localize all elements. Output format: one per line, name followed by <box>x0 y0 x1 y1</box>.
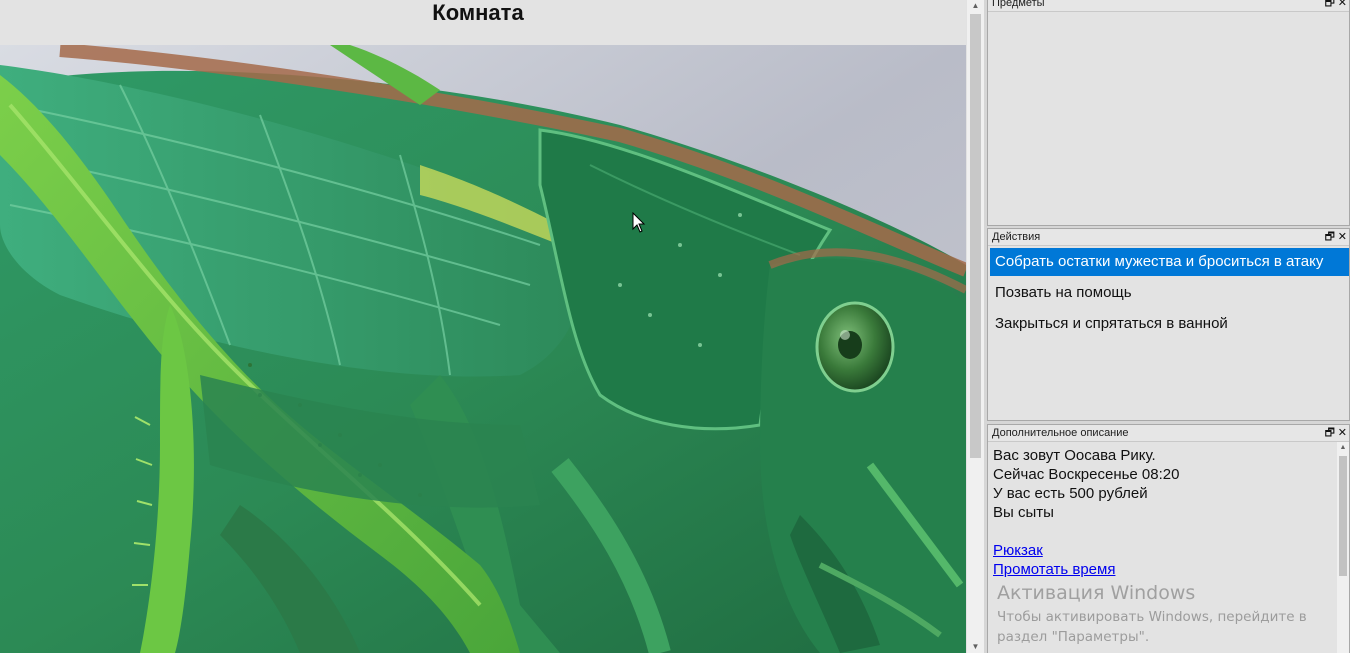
room-view: Комната <box>0 0 966 653</box>
restore-icon[interactable]: 🗗 <box>1325 425 1335 441</box>
watermark-line-2: раздел "Параметры". <box>997 629 1150 645</box>
scroll-down-arrow-icon[interactable]: ▼ <box>967 641 984 653</box>
action-attack[interactable]: Собрать остатки мужества и броситься в а… <box>990 248 1349 276</box>
backpack-link[interactable]: Рюкзак <box>993 541 1349 560</box>
close-icon[interactable]: ✕ <box>1338 425 1347 441</box>
items-panel: Предметы 🗗 ✕ <box>987 0 1350 226</box>
description-scrollbar-thumb[interactable] <box>1339 456 1347 576</box>
description-line: Сейчас Воскресенье 08:20 <box>993 466 1180 483</box>
close-icon[interactable]: ✕ <box>1338 0 1347 11</box>
restore-icon[interactable]: 🗗 <box>1325 229 1335 245</box>
description-line: У вас есть 500 рублей <box>993 485 1148 502</box>
scroll-up-arrow-icon[interactable]: ▲ <box>1337 442 1349 454</box>
room-scrollbar[interactable]: ▲ ▼ <box>966 0 984 653</box>
items-panel-title: Предметы <box>992 0 1045 9</box>
description-line: Вы сыты <box>993 504 1054 521</box>
action-hide-in-bathroom[interactable]: Закрыться и спрятаться в ванной <box>990 310 1349 338</box>
description-panel-header: Дополнительное описание 🗗 ✕ <box>988 425 1349 442</box>
action-call-for-help[interactable]: Позвать на помощь <box>990 279 1349 307</box>
room-scrollbar-thumb[interactable] <box>970 14 981 458</box>
items-panel-header: Предметы 🗗 ✕ <box>988 0 1349 12</box>
watermark-line-1: Чтобы активировать Windows, перейдите в <box>997 609 1307 625</box>
description-scrollbar[interactable]: ▲ <box>1337 442 1349 653</box>
skip-time-link[interactable]: Промотать время <box>993 560 1349 579</box>
room-title: Комната <box>432 0 524 25</box>
description-panel-title: Дополнительное описание <box>992 427 1129 439</box>
actions-panel-title: Действия <box>992 231 1041 243</box>
actions-list: Собрать остатки мужества и броситься в а… <box>988 248 1349 338</box>
sidebar: Предметы 🗗 ✕ Действия 🗗 ✕ Собрать остатк… <box>984 0 1350 653</box>
scroll-up-arrow-icon[interactable]: ▲ <box>967 0 984 12</box>
close-icon[interactable]: ✕ <box>1338 229 1347 245</box>
room-image <box>0 45 966 653</box>
actions-panel-header: Действия 🗗 ✕ <box>988 229 1349 246</box>
watermark-title: Активация Windows <box>997 582 1196 604</box>
restore-icon[interactable]: 🗗 <box>1325 0 1335 11</box>
description-line: Вас зовут Оосава Рику. <box>993 447 1156 464</box>
windows-activation-watermark: Активация Windows Чтобы активировать Win… <box>997 582 1337 647</box>
mouse-cursor-icon <box>632 212 646 233</box>
description-text: Вас зовут Оосава Рику. Сейчас Воскресень… <box>988 442 1349 579</box>
game-window: Комната ▲ ▼ Предметы 🗗 ✕ Действия 🗗 ✕ Со… <box>0 0 1350 653</box>
actions-panel: Действия 🗗 ✕ Собрать остатки мужества и … <box>987 228 1350 421</box>
